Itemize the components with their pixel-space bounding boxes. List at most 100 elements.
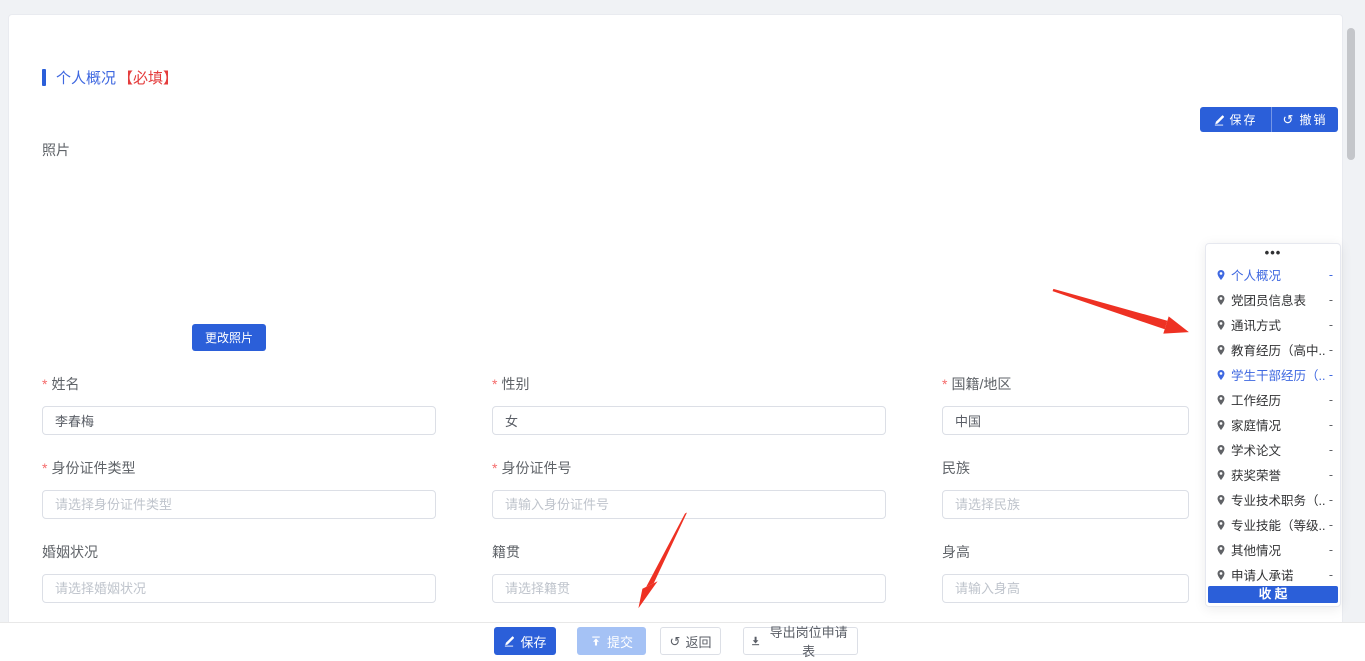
panel-item-dash: -	[1326, 518, 1333, 532]
section-title-bar	[42, 69, 46, 86]
location-pin-icon	[1215, 444, 1227, 456]
header-actions: 保存 ↺撤销	[1200, 107, 1338, 132]
panel-item-label: 通讯方式	[1231, 315, 1281, 334]
save-button-label: 保存	[1229, 111, 1257, 128]
panel-item-dash: -	[1326, 418, 1333, 432]
location-pin-icon	[1215, 269, 1227, 281]
input-民族[interactable]	[942, 490, 1189, 519]
panel-item-获奖荣誉[interactable]: 获奖荣誉-	[1206, 462, 1340, 487]
input-性别[interactable]	[492, 406, 886, 435]
panel-item-个人概况[interactable]: 个人概况 -	[1206, 262, 1340, 287]
field-label-国籍/地区: *国籍/地区	[942, 375, 1011, 394]
input-姓名[interactable]	[42, 406, 436, 435]
form-card: 个人概况 【必填】 保存 ↺撤销 照片 更改照片 *姓名 *性别 *国籍/地区 *身份…	[8, 14, 1343, 661]
panel-item-label: 其他情况	[1231, 540, 1281, 559]
undo-button-top[interactable]: ↺撤销	[1271, 107, 1338, 132]
panel-item-学生干部经历（...[interactable]: 学生干部经历（...-	[1206, 362, 1340, 387]
required-asterisk: *	[42, 460, 47, 476]
field-label-婚姻状况: 婚姻状况	[42, 543, 98, 562]
panel-item-dash: -	[1326, 568, 1333, 582]
undo-icon: ↺	[1283, 113, 1296, 126]
panel-item-通讯方式[interactable]: 通讯方式 -	[1206, 312, 1340, 337]
submit-button[interactable]: 提交	[577, 627, 646, 655]
required-asterisk: *	[942, 376, 947, 392]
panel-item-label: 党团员信息表	[1231, 290, 1306, 309]
page: 个人概况 【必填】 保存 ↺撤销 照片 更改照片 *姓名 *性别 *国籍/地区 *身份…	[0, 0, 1365, 661]
input-国籍/地区[interactable]	[942, 406, 1189, 435]
pen-save-icon	[503, 635, 515, 647]
location-pin-icon	[1215, 369, 1227, 381]
section-title: 个人概况	[56, 67, 116, 88]
more-dots-icon[interactable]: •••	[1206, 245, 1340, 260]
input-身高[interactable]	[942, 574, 1189, 603]
panel-item-label: 专业技术职务（...	[1231, 490, 1326, 509]
panel-item-学术论文[interactable]: 学术论文 -	[1206, 437, 1340, 462]
panel-item-dash: -	[1326, 443, 1333, 457]
panel-item-dash: -	[1326, 468, 1333, 482]
field-label-身份证件号: *身份证件号	[492, 459, 571, 478]
export-application-button[interactable]: 导出岗位申请表	[743, 627, 858, 655]
section-anchor-panel: ••• 个人概况-党团员信息表-通讯方式-教育经历（高中...-学生干部经历（.…	[1205, 243, 1341, 607]
field-label-民族: 民族	[942, 459, 970, 478]
panel-item-label: 个人概况	[1231, 265, 1281, 284]
field-label-籍贯: 籍贯	[492, 543, 520, 562]
panel-item-专业技术职务（...[interactable]: 专业技术职务（...-	[1206, 487, 1340, 512]
panel-item-label: 教育经历（高中...	[1231, 340, 1326, 359]
location-pin-icon	[1215, 494, 1227, 506]
required-asterisk: *	[492, 376, 497, 392]
undo-button-label: 撤销	[1299, 111, 1327, 128]
required-asterisk: *	[492, 460, 497, 476]
location-pin-icon	[1215, 469, 1227, 481]
upload-icon	[590, 635, 602, 647]
back-button[interactable]: ↺返回	[660, 627, 721, 655]
scrollbar-thumb[interactable]	[1347, 28, 1355, 160]
panel-item-家庭情况[interactable]: 家庭情况-	[1206, 412, 1340, 437]
download-icon	[750, 635, 761, 647]
submit-button-label: 提交	[607, 632, 633, 651]
field-label-身份证件类型: *身份证件类型	[42, 459, 135, 478]
save-button-label: 保存	[520, 632, 546, 651]
field-label-姓名: *姓名	[42, 375, 79, 394]
panel-item-工作经历[interactable]: 工作经历-	[1206, 387, 1340, 412]
panel-item-dash: -	[1326, 318, 1333, 332]
save-button-top[interactable]: 保存	[1200, 107, 1271, 132]
panel-item-label: 工作经历	[1231, 390, 1281, 409]
panel-item-label: 学术论文	[1231, 440, 1281, 459]
input-婚姻状况[interactable]	[42, 574, 436, 603]
panel-item-dash: -	[1326, 343, 1333, 357]
section-header: 个人概况 【必填】	[42, 67, 178, 88]
panel-item-其他情况[interactable]: 其他情况 -	[1206, 537, 1340, 562]
panel-item-dash: -	[1326, 293, 1333, 307]
location-pin-icon	[1215, 319, 1227, 331]
panel-item-dash: -	[1326, 368, 1333, 382]
location-pin-icon	[1215, 344, 1227, 356]
location-pin-icon	[1215, 569, 1227, 581]
back-button-label: 返回	[685, 632, 711, 651]
panel-item-专业技能（等级...[interactable]: 专业技能（等级...-	[1206, 512, 1340, 537]
panel-item-党团员信息表[interactable]: 党团员信息表 -	[1206, 287, 1340, 312]
location-pin-icon	[1215, 419, 1227, 431]
collapse-button[interactable]: 收 起	[1208, 586, 1338, 603]
input-身份证件类型[interactable]	[42, 490, 436, 519]
photo-label: 照片	[42, 140, 70, 160]
panel-item-教育经历（高中...[interactable]: 教育经历（高中...-	[1206, 337, 1340, 362]
location-pin-icon	[1215, 394, 1227, 406]
required-asterisk: *	[42, 376, 47, 392]
input-籍贯[interactable]	[492, 574, 886, 603]
save-button-bottom[interactable]: 保存	[494, 627, 556, 655]
location-pin-icon	[1215, 519, 1227, 531]
panel-item-label: 申请人承诺	[1231, 565, 1294, 584]
field-label-身高: 身高	[942, 543, 970, 562]
input-身份证件号[interactable]	[492, 490, 886, 519]
location-pin-icon	[1215, 294, 1227, 306]
required-tag: 【必填】	[118, 67, 178, 88]
panel-item-label: 学生干部经历（...	[1231, 365, 1326, 384]
field-label-性别: *性别	[492, 375, 529, 394]
panel-item-dash: -	[1326, 268, 1333, 282]
change-photo-button[interactable]: 更改照片	[192, 324, 266, 351]
footer-action-bar: 保存 提交 ↺返回 导出岗位申请表	[0, 622, 1365, 661]
panel-item-dash: -	[1326, 493, 1333, 507]
panel-item-申请人承诺[interactable]: 申请人承诺 -	[1206, 562, 1340, 587]
panel-item-label: 专业技能（等级...	[1231, 515, 1326, 534]
panel-item-dash: -	[1326, 543, 1333, 557]
